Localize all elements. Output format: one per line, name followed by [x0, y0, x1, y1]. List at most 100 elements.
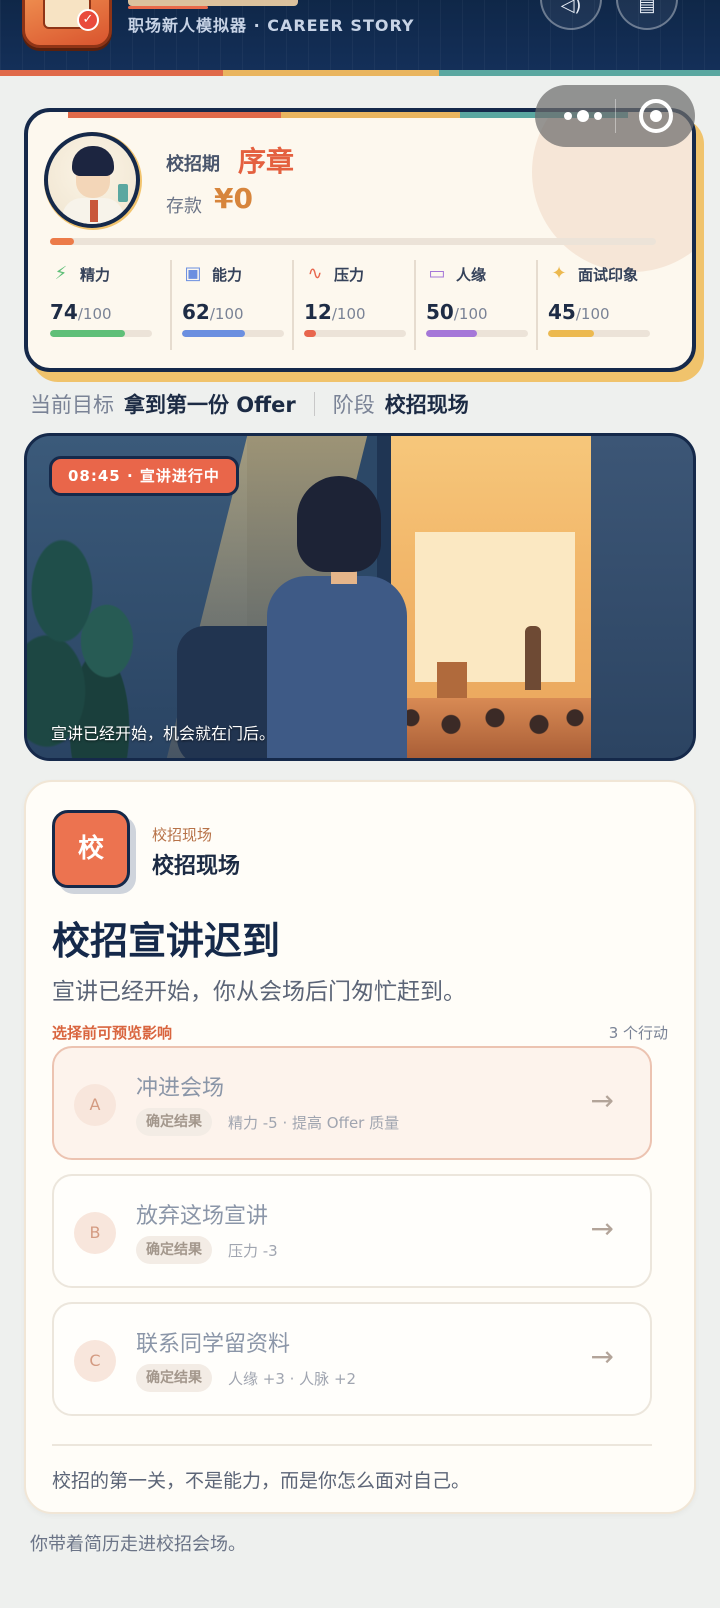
scene-time-badge: 08:45 · 宣讲进行中	[49, 456, 239, 496]
goal-divider	[313, 392, 315, 416]
stat-interview-impression: ✦ 面试印象 45/100	[536, 260, 658, 350]
option-letter: A	[74, 1084, 116, 1126]
id-badge-icon	[118, 184, 128, 202]
scene-podium	[437, 662, 467, 702]
phase-label: 校招期	[166, 154, 220, 175]
stat-stress: ∿ 压力 12/100	[292, 260, 414, 350]
scene-speaker	[525, 626, 541, 690]
sparkle-icon: ✦	[551, 263, 567, 284]
arrow-right-icon: →	[590, 1084, 614, 1117]
stat-bar-fill	[304, 330, 317, 337]
briefcase-icon: ▣	[184, 263, 202, 284]
scene-student	[177, 476, 407, 758]
chat-bubble-icon: ▭	[428, 263, 446, 284]
preview-hint: 选择前可预览影响	[52, 1024, 173, 1042]
stat-bar-fill	[426, 330, 477, 337]
stat-bar	[50, 330, 152, 337]
stat-value: 45	[548, 300, 576, 324]
stat-bar	[426, 330, 528, 337]
speaker-icon: ◁)	[560, 0, 582, 16]
stat-bar	[182, 330, 284, 337]
stage-label: 阶段	[332, 393, 375, 417]
stat-bar-fill	[182, 330, 246, 337]
stat-max: /100	[453, 305, 488, 323]
option-c[interactable]: C 联系同学留资料 确定结果 人缘 +3 · 人脉 +2 →	[52, 1302, 652, 1416]
avatar-hair	[72, 146, 114, 176]
option-result-tag: 确定结果	[136, 1236, 212, 1264]
scene-wall-right	[591, 436, 693, 758]
stat-bar	[548, 330, 650, 337]
stat-max: /100	[77, 305, 112, 323]
stat-value: 74	[50, 300, 78, 324]
capsule-divider	[615, 99, 616, 133]
document-icon: ▤	[638, 0, 656, 16]
arrow-right-icon: →	[590, 1340, 614, 1373]
action-count: 3 个行动	[608, 1024, 668, 1042]
scene-projection-screen	[415, 532, 575, 682]
stat-value: 62	[182, 300, 210, 324]
location-badge-icon: 校	[52, 810, 130, 888]
lightning-icon: ⚡	[54, 263, 68, 284]
savings-value: ¥0	[214, 182, 253, 215]
story-progress-bar	[50, 238, 656, 245]
savings-label: 存款	[166, 196, 202, 217]
scene-caption: 宣讲已经开始，机会就在门后。	[51, 724, 276, 743]
option-result-tag: 确定结果	[136, 1108, 212, 1136]
title-underline	[128, 6, 208, 9]
option-title: 放弃这场宣讲	[136, 1204, 269, 1229]
pulse-icon: ∿	[307, 263, 323, 284]
event-description: 宣讲已经开始，你从会场后门匆忙赶到。	[52, 979, 466, 1005]
status-card: 校招期 序章 存款 ¥0 ⚡ 精力 74/100 ▣ 能力 62/100 ∿ 压…	[24, 108, 696, 372]
option-b[interactable]: B 放弃这场宣讲 确定结果 压力 -3 →	[52, 1174, 652, 1288]
stat-name: 面试印象	[578, 265, 639, 284]
stat-bar-fill	[50, 330, 126, 337]
check-icon: ✓	[77, 9, 99, 31]
goal-line: 当前目标 拿到第一份 Offer 阶段 校招现场	[30, 389, 469, 419]
header-color-bar	[0, 70, 720, 76]
stat-max: /100	[209, 305, 244, 323]
option-effect: 精力 -5 · 提高 Offer 质量	[228, 1114, 400, 1132]
event-title: 校招宣讲迟到	[52, 919, 281, 963]
app-header: ✓ 职场新人模拟器 · CAREER STORY ◁) ▤	[0, 0, 720, 76]
stat-name: 人缘	[456, 265, 487, 284]
scene-audience	[391, 698, 591, 758]
stat-popularity: ▭ 人缘 50/100	[414, 260, 536, 350]
option-effect: 人缘 +3 · 人脉 +2	[228, 1370, 357, 1388]
event-footer-quote: 校招的第一关，不是能力，而是你怎么面对自己。	[52, 1470, 471, 1492]
app-logo-icon: ✓	[22, 0, 112, 48]
option-letter: B	[74, 1212, 116, 1254]
stat-ability: ▣ 能力 62/100	[170, 260, 292, 350]
option-letter: C	[74, 1340, 116, 1382]
stat-max: /100	[331, 305, 366, 323]
stat-bar	[304, 330, 406, 337]
option-result-tag: 确定结果	[136, 1364, 212, 1392]
story-log-line: 你带着简历走进校招会场。	[30, 1534, 246, 1555]
target-icon[interactable]	[639, 99, 673, 133]
scene-illustration: 08:45 · 宣讲进行中 宣讲已经开始，机会就在门后。	[24, 433, 696, 761]
stat-name: 压力	[334, 265, 365, 284]
stat-name: 能力	[212, 265, 243, 284]
more-dots-icon[interactable]	[555, 105, 611, 127]
location-name: 校招现场	[152, 854, 241, 879]
goal-label: 当前目标	[30, 393, 114, 417]
stat-energy: ⚡ 精力 74/100	[50, 260, 170, 350]
stat-value: 12	[304, 300, 332, 324]
avatar-tie	[90, 200, 98, 222]
arrow-right-icon: →	[590, 1212, 614, 1245]
avatar[interactable]	[44, 132, 140, 228]
option-effect: 压力 -3	[228, 1242, 278, 1260]
goal-value: 拿到第一份 Offer	[124, 393, 296, 417]
stat-name: 精力	[80, 265, 111, 284]
event-card: 校 校招现场 校招现场 校招宣讲迟到 宣讲已经开始，你从会场后门匆忙赶到。 选择…	[24, 780, 696, 1514]
phase-value: 序章	[238, 145, 295, 178]
location-category: 校招现场	[152, 826, 213, 844]
story-progress-fill	[50, 238, 75, 245]
app-subtitle: 职场新人模拟器 · CAREER STORY	[128, 16, 415, 35]
stage-value: 校招现场	[384, 393, 469, 417]
option-a[interactable]: A 冲进会场 确定结果 精力 -5 · 提高 Offer 质量 →	[52, 1046, 652, 1160]
scene-student-head	[297, 476, 381, 572]
scene-student-body	[267, 576, 407, 758]
option-title: 联系同学留资料	[136, 1332, 291, 1357]
stat-value: 50	[426, 300, 454, 324]
card-divider	[52, 1444, 652, 1446]
